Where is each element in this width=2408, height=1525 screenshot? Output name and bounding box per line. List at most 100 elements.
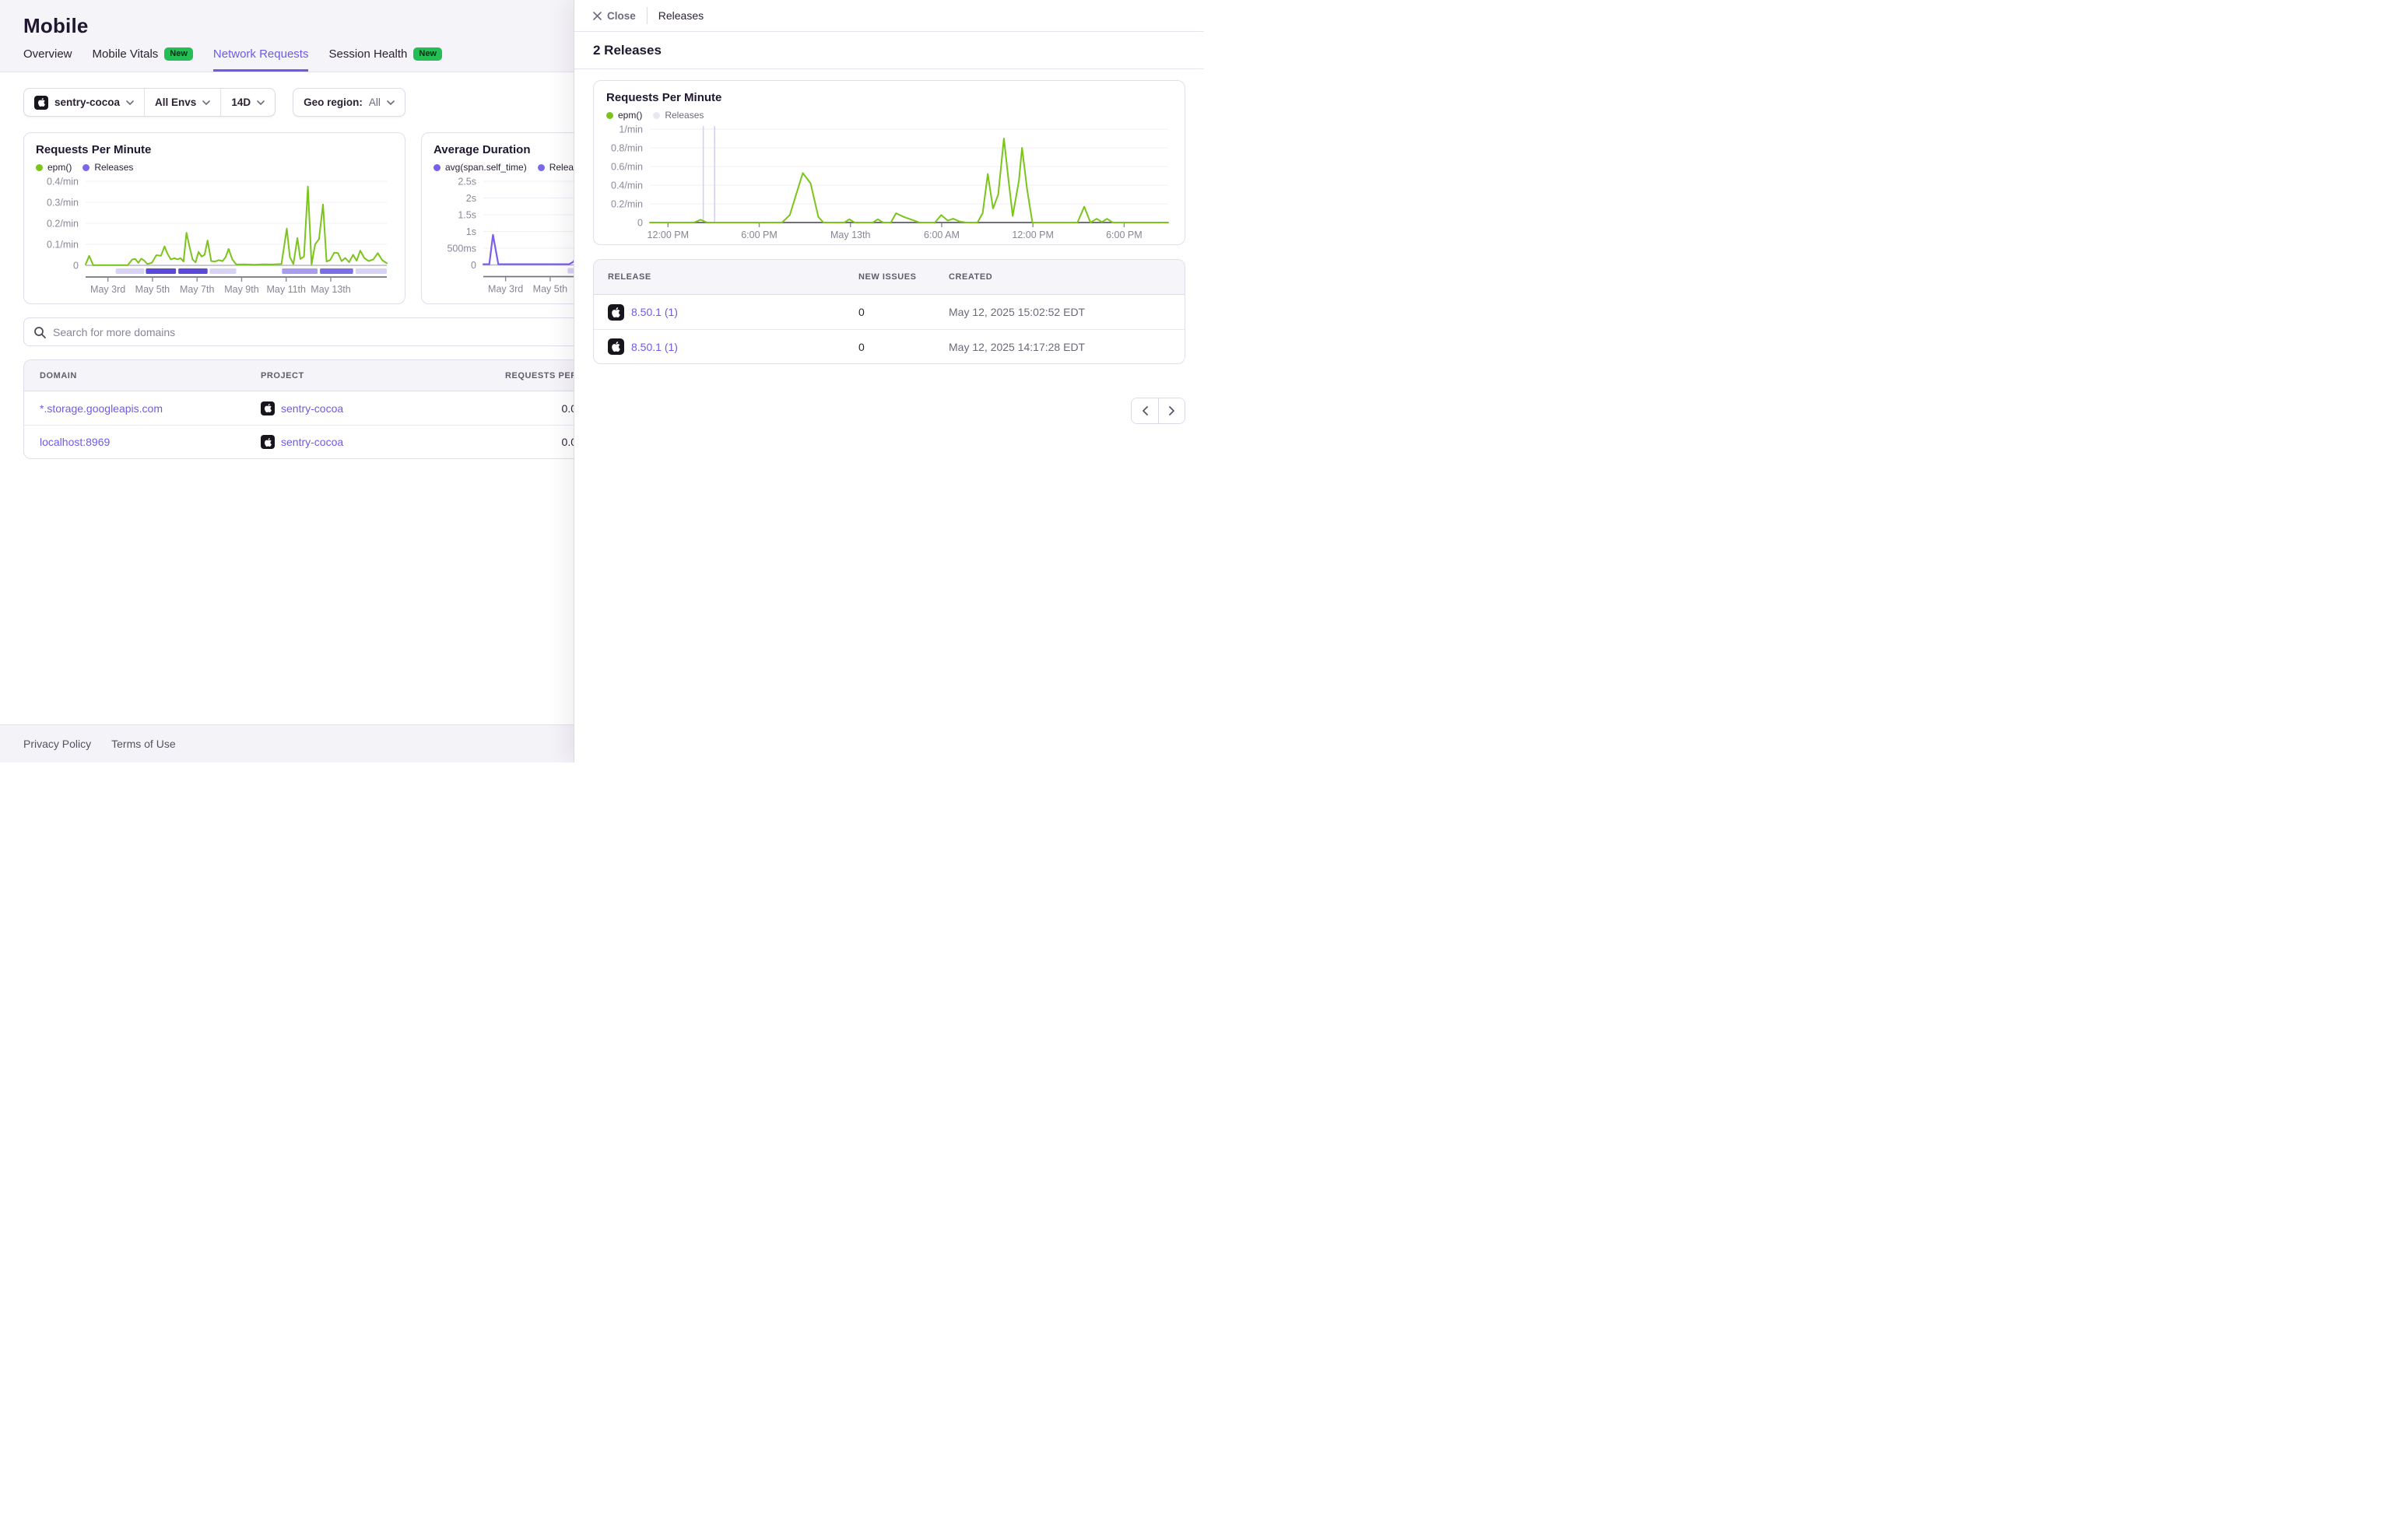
legend-dot <box>36 164 43 171</box>
geo-region-label: Geo region: <box>304 96 363 108</box>
close-icon <box>593 12 602 20</box>
requests-per-minute-chart[interactable]: 0.4/min0.3/min0.2/min0.1/min0May 3rdMay … <box>36 175 393 298</box>
project-filter-value: sentry-cocoa <box>54 96 120 108</box>
page-filter-group: sentry-cocoa All Envs 14D <box>23 88 276 117</box>
svg-text:0.3/min: 0.3/min <box>47 198 79 209</box>
chevron-down-icon <box>257 100 265 105</box>
date-range-value: 14D <box>231 96 251 108</box>
chevron-down-icon <box>126 100 134 105</box>
created-value: May 12, 2025 14:17:28 EDT <box>935 341 1185 353</box>
geo-region-filter[interactable]: Geo region: All <box>293 89 405 116</box>
svg-text:1/min: 1/min <box>619 124 643 135</box>
search-input[interactable] <box>53 326 581 338</box>
svg-text:0.2/min: 0.2/min <box>47 219 79 230</box>
geo-region-value: All <box>369 96 381 108</box>
domain-search <box>23 317 591 346</box>
tab-mobile-vitals[interactable]: Mobile Vitals New <box>93 47 193 72</box>
close-button[interactable]: Close <box>593 10 636 22</box>
project-filter[interactable]: sentry-cocoa <box>24 89 144 116</box>
svg-text:6:00 PM: 6:00 PM <box>741 230 778 240</box>
svg-text:May 13th: May 13th <box>830 230 870 240</box>
filter-bar: sentry-cocoa All Envs 14D Geo region: Al… <box>23 88 405 117</box>
svg-text:0: 0 <box>73 261 79 272</box>
project-link[interactable]: sentry-cocoa <box>281 402 343 415</box>
tab-session-health[interactable]: Session Health New <box>328 47 442 72</box>
tab-network-requests[interactable]: Network Requests <box>213 47 309 72</box>
panel-requests-per-minute-chart[interactable]: 1/min0.8/min0.6/min0.4/min0.2/min012:00 … <box>606 123 1173 244</box>
requests-per-minute-card: Requests Per Minute epm() Releases 0.4/m… <box>23 132 405 304</box>
svg-text:May 3rd: May 3rd <box>90 284 125 295</box>
svg-text:May 11th: May 11th <box>266 284 306 295</box>
date-range-filter[interactable]: 14D <box>220 89 275 116</box>
svg-text:2.5s: 2.5s <box>458 177 476 188</box>
new-issues-value: 0 <box>844 341 935 353</box>
chart-title: Requests Per Minute <box>36 143 393 156</box>
svg-text:0.4/min: 0.4/min <box>611 181 643 191</box>
col-project: Project <box>245 371 482 380</box>
releases-count-heading: 2 Releases <box>593 43 1185 58</box>
table-row: 8.50.1 (1) 0 May 12, 2025 15:02:52 EDT <box>594 295 1185 329</box>
svg-text:12:00 PM: 12:00 PM <box>1012 230 1054 240</box>
legend-item-releases[interactable]: Releases <box>653 110 704 121</box>
chevron-down-icon <box>202 100 210 105</box>
svg-text:0.6/min: 0.6/min <box>611 162 643 173</box>
table-row: localhost:8969 sentry-cocoa 0.0 <box>24 425 591 458</box>
tab-bar: Overview Mobile Vitals New Network Reque… <box>23 47 442 72</box>
project-link[interactable]: sentry-cocoa <box>281 436 343 448</box>
domain-link[interactable]: *.storage.googleapis.com <box>40 402 163 415</box>
legend-item-releases[interactable]: Releases <box>82 162 133 173</box>
legend-item-epm[interactable]: epm() <box>36 162 72 173</box>
app-screen: Mobile Overview Mobile Vitals New Networ… <box>0 0 1204 762</box>
svg-text:2s: 2s <box>466 193 476 204</box>
legend-dot <box>82 164 90 171</box>
legend-dot <box>434 164 441 171</box>
releases-panel: Close Releases 2 Releases Requests Per M… <box>574 0 1204 762</box>
svg-text:May 7th: May 7th <box>180 284 215 295</box>
svg-text:12:00 PM: 12:00 PM <box>648 230 690 240</box>
chevron-down-icon <box>387 100 395 105</box>
svg-text:May 5th: May 5th <box>135 284 170 295</box>
new-badge: New <box>164 47 193 61</box>
legend-item-epm[interactable]: epm() <box>606 110 642 121</box>
table-row: *.storage.googleapis.com sentry-cocoa 0.… <box>24 391 591 425</box>
chart-legend: epm() Releases <box>36 162 393 173</box>
svg-text:0: 0 <box>471 260 476 271</box>
tab-session-health-label: Session Health <box>328 47 407 61</box>
divider <box>647 7 648 24</box>
svg-text:6:00 AM: 6:00 AM <box>924 230 960 240</box>
geo-filter-group: Geo region: All <box>293 88 405 117</box>
panel-requests-per-minute-card: Requests Per Minute epm() Releases 1/min… <box>593 80 1185 245</box>
tab-overview[interactable]: Overview <box>23 47 72 72</box>
svg-text:0.1/min: 0.1/min <box>47 240 79 251</box>
svg-text:500ms: 500ms <box>447 244 476 254</box>
legend-dot <box>653 112 660 119</box>
domains-table: Domain Project Requests Per Minute *.sto… <box>23 359 591 459</box>
release-link[interactable]: 8.50.1 (1) <box>631 341 678 353</box>
release-link[interactable]: 8.50.1 (1) <box>631 306 678 318</box>
svg-text:6:00 PM: 6:00 PM <box>1106 230 1143 240</box>
svg-text:May 9th: May 9th <box>224 284 259 295</box>
new-badge: New <box>413 47 442 61</box>
environment-filter-value: All Envs <box>155 96 196 108</box>
releases-table-header: Release New Issues Created <box>594 260 1185 295</box>
svg-text:1.5s: 1.5s <box>458 210 476 221</box>
created-value: May 12, 2025 15:02:52 EDT <box>935 306 1185 318</box>
legend-dot <box>606 112 613 119</box>
terms-of-use-link[interactable]: Terms of Use <box>111 738 175 750</box>
apple-icon <box>34 96 48 110</box>
legend-item-avg-duration[interactable]: avg(span.self_time) <box>434 162 527 173</box>
domain-link[interactable]: localhost:8969 <box>40 436 110 448</box>
col-new-issues: New Issues <box>844 272 935 282</box>
environment-filter[interactable]: All Envs <box>144 89 220 116</box>
privacy-policy-link[interactable]: Privacy Policy <box>23 738 91 750</box>
next-page-button[interactable] <box>1158 398 1185 423</box>
svg-text:1s: 1s <box>466 226 476 237</box>
apple-icon <box>608 338 624 355</box>
domains-table-header: Domain Project Requests Per Minute <box>24 360 591 391</box>
svg-text:May 5th: May 5th <box>533 284 568 295</box>
svg-text:May 13th: May 13th <box>311 284 350 295</box>
legend-dot <box>538 164 545 171</box>
svg-text:May 3rd: May 3rd <box>488 284 523 295</box>
pagination <box>1131 398 1185 424</box>
previous-page-button[interactable] <box>1132 398 1158 423</box>
